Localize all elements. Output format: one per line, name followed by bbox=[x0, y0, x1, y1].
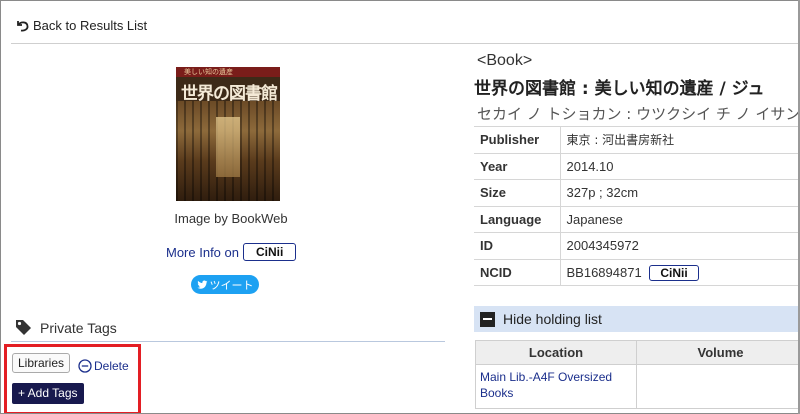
top-divider bbox=[11, 43, 799, 44]
holding-list-table: Location Volume Main Lib.-A4F Oversized … bbox=[475, 340, 799, 409]
detail-value: Japanese bbox=[560, 205, 799, 233]
detail-row-language: Language Japanese bbox=[474, 205, 799, 233]
twitter-bird-icon bbox=[196, 280, 208, 289]
cover-band-text: 美しい知の遺産 bbox=[184, 68, 233, 76]
detail-row-publisher: Publisher 東京 : 河出書房新社 bbox=[474, 126, 799, 153]
tweet-button[interactable]: ツイート bbox=[191, 275, 259, 294]
private-tags-highlight-box bbox=[4, 344, 141, 413]
hide-holding-list-toggle[interactable]: Hide holding list bbox=[474, 306, 799, 332]
image-credit: Image by BookWeb bbox=[174, 211, 288, 226]
back-to-results-link[interactable]: Back to Results List bbox=[15, 18, 147, 33]
ncid-cinii-link[interactable]: CiNii bbox=[649, 264, 699, 281]
ncid-value: BB16894871 bbox=[566, 264, 642, 280]
cover-light bbox=[216, 117, 240, 177]
bibliographic-details-table: Publisher 東京 : 河出書房新社 Year 2014.10 Size … bbox=[474, 126, 799, 286]
detail-value: 2014.10 bbox=[560, 152, 799, 180]
table-row: Main Lib.-A4F Oversized Books bbox=[475, 364, 799, 409]
column-header-location: Location bbox=[475, 340, 637, 365]
detail-row-year: Year 2014.10 bbox=[474, 152, 799, 180]
detail-key: ID bbox=[474, 232, 561, 259]
more-info-label: More Info on bbox=[166, 244, 239, 260]
more-info-cinii-link[interactable]: More Info on CiNii bbox=[166, 243, 297, 261]
detail-key: NCID bbox=[474, 258, 561, 286]
minus-square-icon bbox=[480, 311, 495, 327]
holding-header-row: Location Volume bbox=[475, 340, 799, 365]
back-link-label: Back to Results List bbox=[33, 18, 148, 33]
tweet-label: ツイート bbox=[209, 278, 254, 292]
private-tags-divider bbox=[11, 341, 445, 342]
cinii-badge[interactable]: CiNii bbox=[243, 243, 297, 261]
holding-volume-cell bbox=[636, 364, 799, 409]
back-arrow-icon bbox=[17, 20, 29, 31]
detail-key: Size bbox=[474, 179, 561, 206]
tag-icon bbox=[16, 320, 31, 335]
holding-location-link[interactable]: Main Lib.-A4F Oversized Books bbox=[480, 370, 612, 400]
private-tags-title: Private Tags bbox=[40, 319, 117, 336]
column-header-volume: Volume bbox=[636, 340, 799, 365]
detail-key: Year bbox=[474, 152, 561, 180]
detail-key: Language bbox=[474, 205, 561, 233]
detail-key: Publisher bbox=[474, 126, 561, 153]
detail-value: 2004345972 bbox=[560, 232, 799, 259]
holding-location-cell: Main Lib.-A4F Oversized Books bbox=[475, 364, 637, 409]
detail-value: BB16894871 CiNii bbox=[560, 258, 799, 286]
detail-value: 東京 : 河出書房新社 bbox=[560, 126, 799, 153]
detail-row-id: ID 2004345972 bbox=[474, 232, 799, 259]
private-tags-heading: Private Tags bbox=[15, 319, 117, 336]
material-type-label: <Book> bbox=[477, 52, 533, 69]
book-title-reading: セカイ ノ トショカン : ウツクシイ チ ノ イサン bbox=[477, 105, 800, 123]
holding-toggle-label: Hide holding list bbox=[503, 311, 602, 327]
book-cover-image: 美しい知の遺産 世界の図書館 bbox=[176, 67, 280, 201]
detail-row-ncid: NCID BB16894871 CiNii bbox=[474, 258, 799, 286]
page-frame: Back to Results List 美しい知の遺産 世界の図書館 Imag… bbox=[0, 0, 800, 414]
detail-row-size: Size 327p ; 32cm bbox=[474, 179, 799, 206]
detail-value: 327p ; 32cm bbox=[560, 179, 799, 206]
book-title: 世界の図書館 : 美しい知の遺産 / ジュ bbox=[474, 79, 765, 99]
